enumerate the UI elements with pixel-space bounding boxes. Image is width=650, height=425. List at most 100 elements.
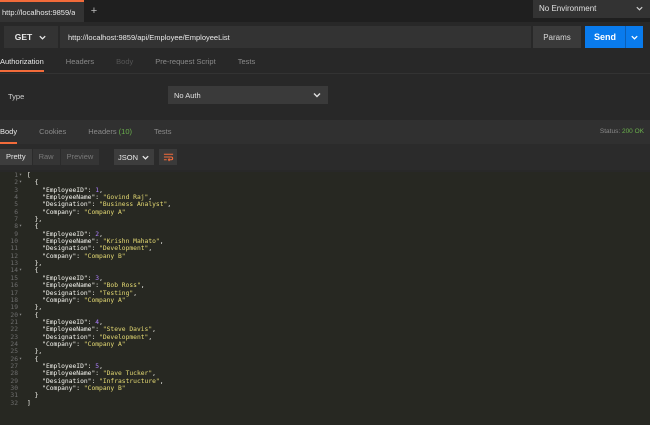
method-select[interactable]: GET	[4, 26, 58, 48]
line-number: 14	[10, 267, 18, 275]
code-line: 30 "Company": "Company B"	[0, 385, 650, 392]
line-number: 22	[10, 326, 18, 334]
tab-headers[interactable]: Headers	[66, 54, 94, 72]
code-text: "Designation": "Business Analyst",	[42, 201, 172, 209]
code-line: 21 "EmployeeID": 4,	[0, 319, 650, 326]
code-text: "Company": "Company B"	[42, 252, 126, 260]
tab-authorization[interactable]: Authorization	[0, 54, 44, 72]
format-select[interactable]: JSON	[114, 149, 154, 165]
code-line: 27 "EmployeeID": 5,	[0, 363, 650, 370]
send-dropdown[interactable]	[626, 33, 643, 42]
line-number: 13	[10, 260, 18, 268]
code-text: },	[27, 216, 43, 224]
code-line: 28 "EmployeeName": "Dave Tucker",	[0, 370, 650, 377]
status-value: 200 OK	[621, 128, 644, 135]
code-text: "EmployeeName": "Steve Davis",	[42, 326, 156, 334]
request-tabs: Authorization Headers Body Pre-request S…	[0, 54, 650, 72]
code-line: 18 "Company": "Company A"	[0, 297, 650, 304]
code-text: "EmployeeID": 5,	[42, 362, 103, 370]
tab-response-body[interactable]: Body	[0, 120, 18, 144]
tab-body[interactable]: Body	[116, 54, 133, 72]
line-number: 6	[14, 208, 18, 216]
code-line: 12 "Company": "Company B"	[0, 253, 650, 260]
code-text: "Company": "Company A"	[42, 340, 126, 348]
code-text: {	[27, 179, 39, 187]
tab-response-headers[interactable]: Headers (10)	[88, 120, 132, 144]
auth-type-select[interactable]: No Auth	[168, 86, 328, 104]
response-body-code[interactable]: 1 ▾[2 ▾ {3 "EmployeeID": 1, 4 "EmployeeName…	[0, 172, 650, 425]
line-number: 32	[10, 399, 18, 407]
code-text: },	[27, 348, 43, 356]
code-line: 2 ▾ {	[0, 179, 650, 186]
raw-button[interactable]: Raw	[32, 149, 60, 165]
code-line: 23 "Designation": "Development",	[0, 334, 650, 341]
fold-icon[interactable]: ▾	[19, 356, 24, 363]
preview-button[interactable]: Preview	[60, 149, 100, 165]
tab-pre-request-script[interactable]: Pre-request Script	[155, 54, 215, 72]
line-number: 12	[10, 252, 18, 260]
code-text: "EmployeeName": "Govind Raj",	[42, 194, 153, 202]
code-text: "Company": "Company B"	[42, 384, 126, 392]
url-text: http://localhost:9859/api/Employee/Emplo…	[68, 32, 230, 42]
params-button[interactable]: Params	[533, 26, 581, 48]
request-tab-active[interactable]: http://localhost:9859/a	[0, 0, 84, 22]
url-input[interactable]: http://localhost:9859/api/Employee/Emplo…	[60, 26, 531, 48]
code-line: 5 "Designation": "Business Analyst",	[0, 201, 650, 208]
pretty-button[interactable]: Pretty	[0, 149, 32, 165]
tab-tests[interactable]: Tests	[238, 54, 256, 72]
code-text: "EmployeeID": 3,	[42, 274, 103, 282]
code-line: 4 "EmployeeName": "Govind Raj",	[0, 194, 650, 201]
format-label: JSON	[118, 152, 139, 162]
code-line: 3 "EmployeeID": 1,	[0, 187, 650, 194]
line-number: 19	[10, 304, 18, 312]
code-text: "EmployeeName": "Krishn Mahato",	[42, 238, 164, 246]
code-text: [	[27, 172, 31, 179]
tab-response-tests[interactable]: Tests	[154, 120, 172, 144]
line-number: 9	[14, 230, 18, 238]
code-line: 20 ▾ {	[0, 312, 650, 319]
code-text: "Designation": "Infrastructure",	[42, 377, 164, 385]
fold-icon[interactable]: ▾	[19, 172, 24, 179]
code-line: 19 },	[0, 304, 650, 311]
headers-label: Headers	[88, 127, 117, 136]
code-line: 22 "EmployeeName": "Steve Davis",	[0, 326, 650, 333]
line-number: 10	[10, 238, 18, 246]
code-text: {	[27, 311, 39, 319]
line-number: 21	[10, 318, 18, 326]
line-number: 1	[14, 172, 18, 179]
fold-icon[interactable]: ▾	[19, 312, 24, 319]
chevron-down-icon	[39, 35, 46, 40]
auth-type-value: No Auth	[174, 90, 201, 100]
status-label: Status:	[599, 128, 621, 135]
send-button[interactable]: Send	[585, 26, 643, 48]
view-mode-group: Pretty Raw Preview	[0, 149, 100, 165]
code-text: "EmployeeName": "Bob Ross",	[42, 282, 145, 290]
code-line: 10 "EmployeeName": "Krishn Mahato",	[0, 238, 650, 245]
code-line: 8 ▾ {	[0, 223, 650, 230]
response-tabs: Body Cookies Headers (10) Tests Status: …	[0, 120, 650, 144]
environment-select[interactable]: No Environment	[533, 0, 650, 18]
code-text: {	[27, 223, 39, 231]
code-text: "Company": "Company A"	[42, 208, 126, 216]
line-number: 18	[10, 296, 18, 304]
code-text: "EmployeeName": "Dave Tucker",	[42, 370, 156, 378]
line-number: 27	[10, 362, 18, 370]
code-line: 15 "EmployeeID": 3,	[0, 275, 650, 282]
code-text: {	[27, 267, 39, 275]
chevron-down-icon	[631, 35, 638, 40]
new-tab-button[interactable]: +	[86, 3, 102, 19]
environment-label: No Environment	[539, 4, 597, 13]
request-bar: GET http://localhost:9859/api/Employee/E…	[0, 26, 650, 50]
fold-icon[interactable]: ▾	[19, 267, 24, 274]
line-number: 23	[10, 333, 18, 341]
tab-response-cookies[interactable]: Cookies	[39, 120, 66, 144]
line-number: 8	[14, 223, 18, 231]
code-text: "EmployeeID": 4,	[42, 318, 103, 326]
line-number: 29	[10, 377, 18, 385]
wrap-lines-button[interactable]	[159, 149, 177, 165]
fold-icon[interactable]: ▾	[19, 223, 24, 230]
request-tab-label: http://localhost:9859/a	[2, 7, 76, 17]
line-number: 17	[10, 289, 18, 297]
params-label: Params	[543, 32, 571, 42]
fold-icon[interactable]: ▾	[19, 179, 24, 186]
